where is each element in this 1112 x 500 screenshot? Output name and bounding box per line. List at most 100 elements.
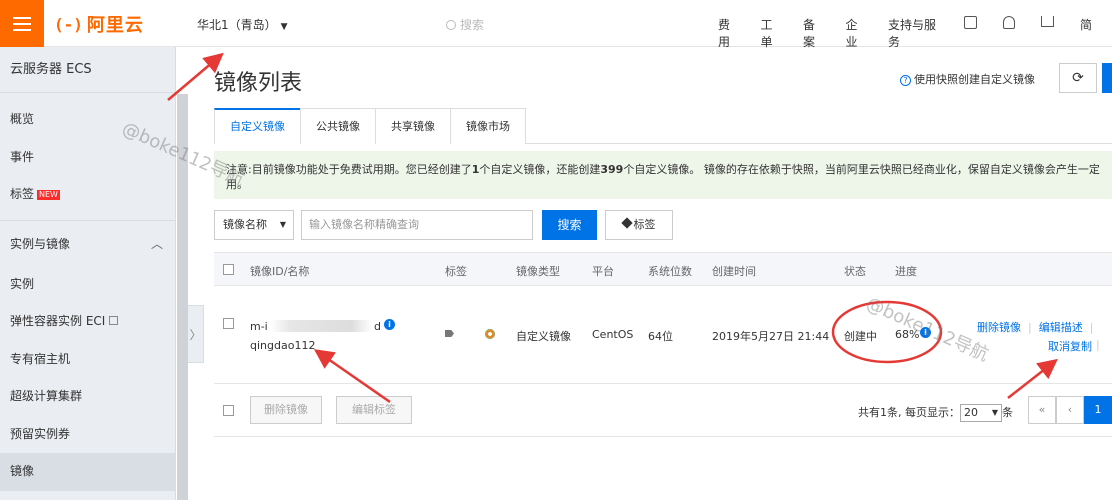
info-icon[interactable]: i — [384, 319, 395, 330]
pagination-summary: 共有1条, 每页显示： 20 ▼ 条 — [858, 404, 1013, 422]
page-size-value: 20 — [964, 406, 978, 419]
sidebar-item-reserved-instances[interactable]: 预留实例券 — [0, 416, 175, 454]
cart-icon[interactable] — [1040, 16, 1054, 27]
filter-field-select[interactable]: 镜像名称 ▼ — [214, 210, 294, 240]
chevron-up-icon: ︿ — [150, 236, 163, 251]
sidebar-item-label: 概览 — [10, 112, 35, 126]
nav-support[interactable]: 支持与服务 — [888, 16, 944, 50]
progress-info-icon[interactable]: i — [920, 327, 931, 338]
image-name[interactable]: qingdao112 — [250, 339, 315, 352]
action-separator: | — [1089, 321, 1094, 334]
sidebar-item-label: 事件 — [10, 149, 35, 164]
notice-banner: 注意:目前镜像功能处于免费试用期。您已经创建了1个自定义镜像，还能创建399个自… — [214, 151, 1112, 199]
notice-text: 个自定义镜像，还能创建 — [479, 163, 601, 176]
nav-language[interactable]: 简 — [1080, 16, 1092, 50]
sidebar-item-eci[interactable]: 弹性容器实例 ECI — [0, 303, 175, 341]
sidebar-item-label: 实例 — [10, 276, 35, 291]
nav-tickets[interactable]: 工单 — [760, 16, 782, 50]
create-button-edge[interactable] — [1102, 63, 1112, 93]
cancel-copy-link[interactable]: 取消复制 — [1048, 338, 1092, 354]
notice-text: 用。 — [226, 178, 248, 191]
sidebar-item-dedicated-host[interactable]: 专有宿主机 — [0, 341, 175, 379]
caret-down-icon: ▼ — [280, 22, 288, 32]
col-tags: 标签 — [445, 265, 467, 278]
main-content: 镜像列表 ? 使用快照创建自定义镜像 ⟳ 自定义镜像 公共镜像 共享镜像 镜像市场… — [214, 47, 1112, 500]
refresh-button[interactable]: ⟳ — [1059, 63, 1097, 93]
sidebar-section-instances-images[interactable]: 实例与镜像 ︿ — [0, 219, 175, 266]
page-1-button[interactable]: 1 — [1084, 396, 1112, 424]
batch-edit-tags-button[interactable]: 编辑标签 — [336, 396, 412, 424]
help-link-label: 使用快照创建自定义镜像 — [914, 73, 1035, 86]
bell-icon[interactable] — [1003, 16, 1015, 29]
search-button[interactable]: 搜索 — [542, 210, 597, 240]
image-status: 创建中 — [844, 330, 877, 343]
notice-text: 注意:目前镜像功能处于免费试用期。您已经创建了 — [226, 163, 472, 176]
batch-delete-button[interactable]: 删除镜像 — [250, 396, 322, 424]
image-name-search-input[interactable]: 输入镜像名称精确查询 — [301, 210, 533, 240]
col-progress: 进度 — [895, 265, 917, 278]
sidebar-item-events[interactable]: 事件 — [0, 139, 175, 177]
col-created: 创建时间 — [712, 265, 756, 278]
nav-fees[interactable]: 费用 — [718, 16, 740, 50]
sidebar-title: 云服务器 ECS — [0, 47, 175, 93]
sidebar-item-overview[interactable]: 概览 — [0, 101, 175, 139]
col-bits: 系统位数 — [648, 265, 692, 278]
caret-down-icon: ▼ — [991, 408, 998, 417]
notice-text: 个自定义镜像。 镜像的存在依赖于快照，当前阿里云快照已经商业化，保留自定义镜像会… — [623, 163, 1100, 176]
sidebar-item-label: 镜像 — [10, 464, 35, 478]
sidebar-item-images[interactable]: 镜像 — [0, 453, 175, 491]
page-size-select[interactable]: 20 ▼ — [960, 404, 1002, 422]
menu-icon[interactable] — [0, 0, 44, 47]
nav-icp[interactable]: 备案 — [803, 16, 825, 50]
snapshot-image-help-link[interactable]: ? 使用快照创建自定义镜像 — [900, 71, 1035, 87]
select-all-checkbox[interactable] — [223, 264, 234, 275]
footer-select-all-checkbox[interactable] — [223, 405, 234, 416]
aliyun-logo[interactable]: (-) 阿里云 — [54, 11, 144, 37]
prev-page-button[interactable]: ‹ — [1056, 396, 1084, 424]
new-badge: NEW — [37, 190, 60, 200]
sidebar-item-label: 专有宿主机 — [10, 351, 71, 366]
tag-icon — [620, 217, 633, 229]
delete-image-link[interactable]: 删除镜像 — [977, 321, 1021, 334]
terminal-icon[interactable] — [964, 16, 978, 29]
tag-filter-button[interactable]: 标签 — [605, 210, 673, 240]
action-separator: | — [1096, 338, 1100, 351]
image-id-prefix: m-i — [250, 320, 268, 333]
tab-shared-images[interactable]: 共享镜像 — [375, 108, 451, 144]
image-type: 自定义镜像 — [516, 330, 571, 343]
refresh-icon: ⟳ — [1072, 70, 1084, 86]
first-page-button[interactable]: « — [1028, 396, 1056, 424]
page-title: 镜像列表 — [214, 71, 303, 96]
sidebar-item-instances[interactable]: 实例 — [0, 266, 175, 304]
tab-image-market[interactable]: 镜像市场 — [450, 108, 526, 144]
sidebar-item-tags[interactable]: 标签 NEW — [0, 176, 175, 214]
table-row: m-i d i qingdao112 自定义镜像 CentOS 64位 2019… — [214, 286, 1112, 384]
logo-mark: (-) — [54, 14, 83, 34]
sidebar-scrollbar[interactable] — [177, 94, 188, 500]
logo-text: 阿里云 — [86, 15, 144, 36]
tab-custom-images[interactable]: 自定义镜像 — [214, 108, 301, 144]
region-selector[interactable]: 华北1（青岛） ▼ — [197, 16, 288, 33]
filter-bar: 镜像名称 ▼ 输入镜像名称精确查询 搜索 标签 — [214, 210, 673, 240]
global-search[interactable]: 搜索 — [446, 16, 484, 33]
table-footer: 删除镜像 编辑标签 共有1条, 每页显示： 20 ▼ 条 « ‹ 1 — [214, 384, 1112, 437]
sidebar-item-label: 超级计算集群 — [10, 389, 83, 403]
edit-description-link[interactable]: 编辑描述 — [1039, 321, 1083, 334]
search-icon — [446, 20, 456, 30]
row-checkbox[interactable] — [223, 318, 234, 329]
sidebar-item-label: 弹性容器实例 ECI — [10, 314, 106, 328]
chevron-right-icon: 〉 — [189, 327, 202, 342]
sidebar-collapse-toggle[interactable]: 〉 — [188, 305, 204, 363]
nav-enterprise[interactable]: 企业 — [845, 16, 867, 50]
sidebar-item-label: 标签 — [10, 187, 35, 201]
image-platform: CentOS — [592, 328, 634, 341]
sidebar: 云服务器 ECS 概览 事件 标签 NEW 实例与镜像 ︿ 实例 弹性容器实例 EC… — [0, 47, 176, 500]
sidebar-item-supercomputing[interactable]: 超级计算集群 — [0, 378, 175, 416]
top-nav: 费用 工单 备案 企业 支持与服务 简 — [718, 16, 1112, 50]
col-id-name: 镜像ID/名称 — [250, 265, 310, 278]
tag-icon[interactable] — [445, 330, 454, 337]
tab-public-images[interactable]: 公共镜像 — [300, 108, 376, 144]
pagination-unit: 条 — [1002, 406, 1013, 419]
table-header: 镜像ID/名称 标签 镜像类型 平台 系统位数 创建时间 状态 进度 — [214, 252, 1112, 286]
region-label: 华北1（青岛） — [197, 18, 277, 32]
